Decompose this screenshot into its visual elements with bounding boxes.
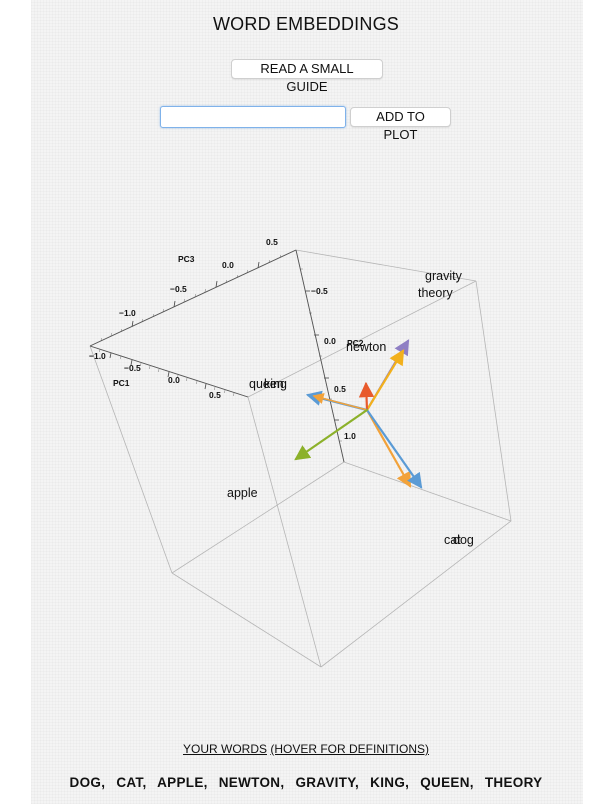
word-label-apple[interactable]: apple [227, 486, 258, 500]
word-chip-gravity[interactable]: GRAVITY [295, 775, 355, 790]
hover-hint: (HOVER FOR DEFINITIONS) [270, 742, 429, 756]
word-label-dog[interactable]: dog [453, 533, 474, 547]
orange-arrow [365, 349, 405, 412]
word-label-newton[interactable]: newton [346, 340, 386, 354]
word-chip-dog[interactable]: DOG [70, 775, 102, 790]
pc2-tick: 0.0 [324, 336, 336, 346]
word-chip-apple[interactable]: APPLE [157, 775, 204, 790]
pc1-axis-label: PC1 [113, 378, 130, 388]
green-arrow [294, 408, 369, 461]
amber-arrow [312, 393, 368, 411]
word-label-theory[interactable]: theory [418, 286, 453, 300]
your-words-list: DOG, CAT, APPLE, NEWTON, GRAVITY, KING, … [69, 775, 543, 790]
word-label-king[interactable]: king [264, 377, 287, 391]
pc3-tick: 0.0 [222, 260, 234, 270]
pc3-tick: −1.0 [119, 308, 136, 318]
word-chip-queen[interactable]: QUEEN [420, 775, 470, 790]
red-arrow [358, 381, 375, 412]
pc2-tick: 0.5 [334, 384, 346, 394]
pc2-tick: 1.0 [344, 431, 356, 441]
word-label-gravity[interactable]: gravity [425, 269, 463, 283]
word-chip-cat[interactable]: CAT [116, 775, 142, 790]
pc3-tick: −0.5 [170, 284, 187, 294]
word-chip-king[interactable]: KING [370, 775, 405, 790]
pc2-tick: −0.5 [311, 286, 328, 296]
plot-bounding-box [89, 249, 512, 668]
your-words-heading: YOUR WORDS (HOVER FOR DEFINITIONS) [0, 742, 612, 756]
pc3-axis-label: PC3 [178, 254, 195, 264]
amber-arrow [365, 408, 412, 488]
blue-arrow [365, 408, 423, 489]
pc1-tick: 0.0 [168, 375, 180, 385]
pc1-tick: −0.5 [124, 363, 141, 373]
your-words-label: YOUR WORDS [182, 742, 267, 756]
word-chip-newton[interactable]: NEWTON [219, 775, 281, 790]
axis-ticks [109, 261, 339, 421]
word-chip-theory[interactable]: THEORY [485, 775, 543, 790]
pc3-tick: 0.5 [266, 237, 278, 247]
embedding-3d-plot[interactable]: PC3 −1.0 −0.5 0.0 0.5 PC1 −1.0 −0.5 0.0 … [0, 0, 612, 804]
pc1-tick: 0.5 [209, 390, 221, 400]
pc1-tick: −1.0 [89, 351, 106, 361]
